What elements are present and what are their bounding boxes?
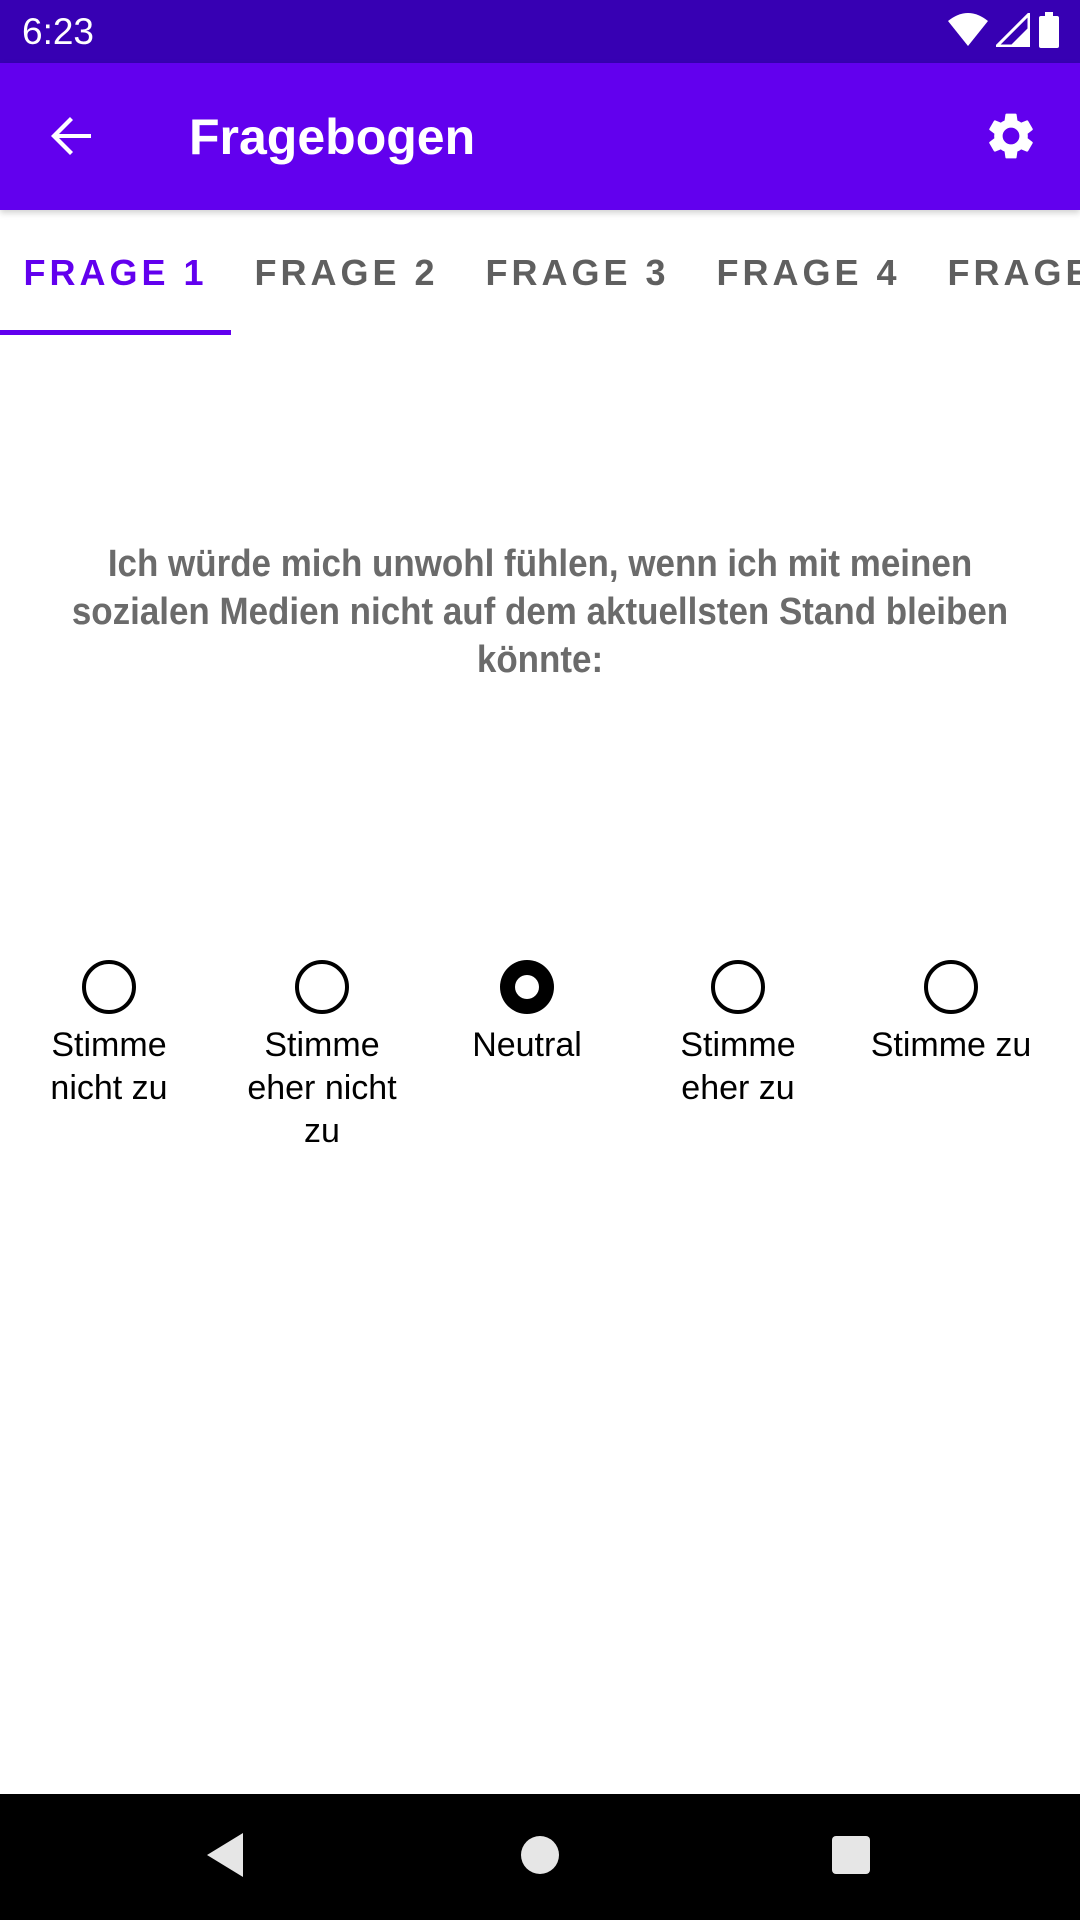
radio-button[interactable] (295, 960, 349, 1014)
option-stimme-eher-nicht-zu[interactable]: Stimme eher nicht zu (216, 960, 428, 1153)
screen: 6:23 Fragebogen FRAGE 1 FRAGE 2 FRAGE 3 … (0, 0, 1080, 1920)
option-label: Stimme nicht zu (50, 1026, 168, 1107)
answer-radio-group: Stimme nicht zu Stimme eher nicht zu Neu… (0, 960, 1080, 1180)
status-icons (948, 9, 1060, 53)
back-button[interactable] (36, 103, 106, 173)
status-time: 6:23 (22, 11, 95, 52)
nav-home-button[interactable] (505, 1822, 575, 1892)
gear-icon (983, 108, 1039, 169)
radio-button-selected[interactable] (500, 960, 554, 1014)
tab-frage-4[interactable]: FRAGE 4 (693, 210, 924, 336)
home-circle-icon (520, 1835, 560, 1880)
option-label: Stimme eher zu (680, 1026, 796, 1107)
app-title: Fragebogen (189, 109, 476, 165)
wifi-icon (948, 12, 988, 52)
tab-indicator (0, 330, 231, 335)
recents-square-icon (831, 1835, 871, 1880)
tab-bar: FRAGE 1 FRAGE 2 FRAGE 3 FRAGE 4 FRAGE 5 (0, 210, 1080, 336)
option-label: Neutral (472, 1026, 582, 1064)
tab-frage-5[interactable]: FRAGE 5 (924, 210, 1080, 336)
nav-recents-button[interactable] (816, 1822, 886, 1892)
battery-icon (1038, 11, 1060, 53)
option-label: Stimme zu (870, 1026, 1032, 1064)
option-stimme-nicht-zu[interactable]: Stimme nicht zu (3, 960, 215, 1110)
radio-button[interactable] (711, 960, 765, 1014)
settings-button[interactable] (976, 103, 1046, 173)
arrow-back-icon (47, 112, 95, 165)
tab-frage-3[interactable]: FRAGE 3 (462, 210, 693, 336)
option-stimme-eher-zu[interactable]: Stimme eher zu (632, 960, 844, 1110)
nav-back-button[interactable] (190, 1822, 260, 1892)
tab-frage-1[interactable]: FRAGE 1 (0, 210, 231, 336)
question-text: Ich würde mich unwohl fühlen, wenn ich m… (71, 543, 1009, 681)
radio-button[interactable] (82, 960, 136, 1014)
back-triangle-icon (203, 1831, 247, 1884)
app-bar: Fragebogen (0, 63, 1080, 210)
option-stimme-zu[interactable]: Stimme zu (845, 960, 1057, 1067)
status-bar: 6:23 (0, 0, 1080, 63)
tab-frage-2[interactable]: FRAGE 2 (231, 210, 462, 336)
system-nav-bar (0, 1794, 1080, 1920)
option-neutral[interactable]: Neutral (421, 960, 633, 1067)
option-label: Stimme eher nicht zu (247, 1026, 397, 1150)
radio-button[interactable] (924, 960, 978, 1014)
cell-signal-icon (993, 9, 1031, 52)
